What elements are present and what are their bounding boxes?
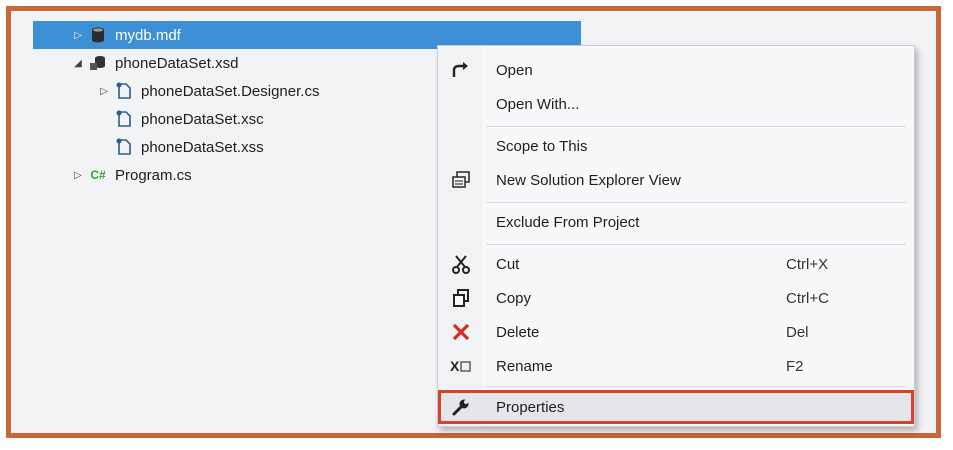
open-arrow-icon [448,57,474,83]
menu-separator [486,126,906,127]
csharp-icon: C# [90,168,106,182]
shortcut-label: Ctrl+X [786,255,829,273]
menu-item-label: Rename [496,357,553,375]
collapse-arrow-icon[interactable]: ◢ [69,58,87,69]
menu-item-label: Open With... [496,95,580,113]
tree-item-xsc[interactable]: phoneDataSet.xsc [33,105,264,133]
scissors-icon [448,251,474,277]
menu-item-label: Properties [496,398,565,416]
file-icon [113,110,135,128]
menu-separator [486,386,906,387]
menu-item-scope-to-this[interactable]: Scope to This [438,130,914,162]
tree-item-designer-cs[interactable]: ▷ phoneDataSet.Designer.cs [33,77,319,105]
delete-x-icon [448,319,474,345]
new-view-icon [448,167,474,193]
menu-item-label: Cut [496,255,520,273]
expand-arrow-icon[interactable]: ▷ [69,30,87,41]
menu-item-label: Delete [496,323,540,341]
menu-separator [486,244,906,245]
menu-item-cut[interactable]: Cut Ctrl+X [438,248,914,280]
menu-item-label: Exclude From Project [496,213,640,231]
menu-item-label: Copy [496,289,532,307]
shortcut-label: F2 [786,357,804,375]
menu-item-copy[interactable]: Copy Ctrl+C [438,282,914,314]
menu-item-rename[interactable]: X Rename F2 [438,350,914,382]
tree-item-program-cs[interactable]: ▷ C# Program.cs [33,161,192,189]
menu-item-delete[interactable]: Delete Del [438,316,914,348]
menu-item-label: Open [496,61,533,79]
menu-separator [486,202,906,203]
menu-item-label: Scope to This [496,137,588,155]
tree-item-label: phoneDataSet.xsc [141,110,264,128]
svg-text:X: X [450,358,460,374]
tree-item-label: phoneDataSet.Designer.cs [141,82,320,100]
tree-item-label: Program.cs [115,166,192,184]
tree-item-label: phoneDataSet.xsd [115,54,239,72]
shortcut-label: Del [786,323,809,341]
menu-item-new-solution-explorer-view[interactable]: New Solution Explorer View [438,164,914,196]
menu-item-properties[interactable]: Properties [438,390,914,424]
shortcut-label: Ctrl+C [786,289,829,307]
tree-item-xss[interactable]: phoneDataSet.xss [33,133,264,161]
menu-item-label: New Solution Explorer View [496,171,681,189]
tree-item-label: mydb.mdf [115,26,181,44]
expand-arrow-icon[interactable]: ▷ [95,86,113,97]
rename-icon: X [448,353,474,379]
solution-explorer: ▷ mydb.mdf ◢ phoneDataSet.xsd ▷ phoneDat… [33,21,933,431]
context-menu: Open Open With... Scope to This New Solu… [437,45,915,427]
tree-item-label: phoneDataSet.xss [141,138,264,156]
menu-item-open-with[interactable]: Open With... [438,88,914,120]
dataset-icon [87,55,109,71]
menu-item-exclude-from-project[interactable]: Exclude From Project [438,206,914,238]
wrench-icon [448,394,474,420]
menu-item-open[interactable]: Open [438,54,914,86]
copy-icon [448,285,474,311]
file-icon [113,138,135,156]
file-icon [113,82,135,100]
expand-arrow-icon[interactable]: ▷ [69,170,87,181]
screenshot-frame: ▷ mydb.mdf ◢ phoneDataSet.xsd ▷ phoneDat… [6,6,941,438]
tree-item-phonedataset-xsd[interactable]: ◢ phoneDataSet.xsd [33,49,238,77]
database-icon [87,27,109,43]
